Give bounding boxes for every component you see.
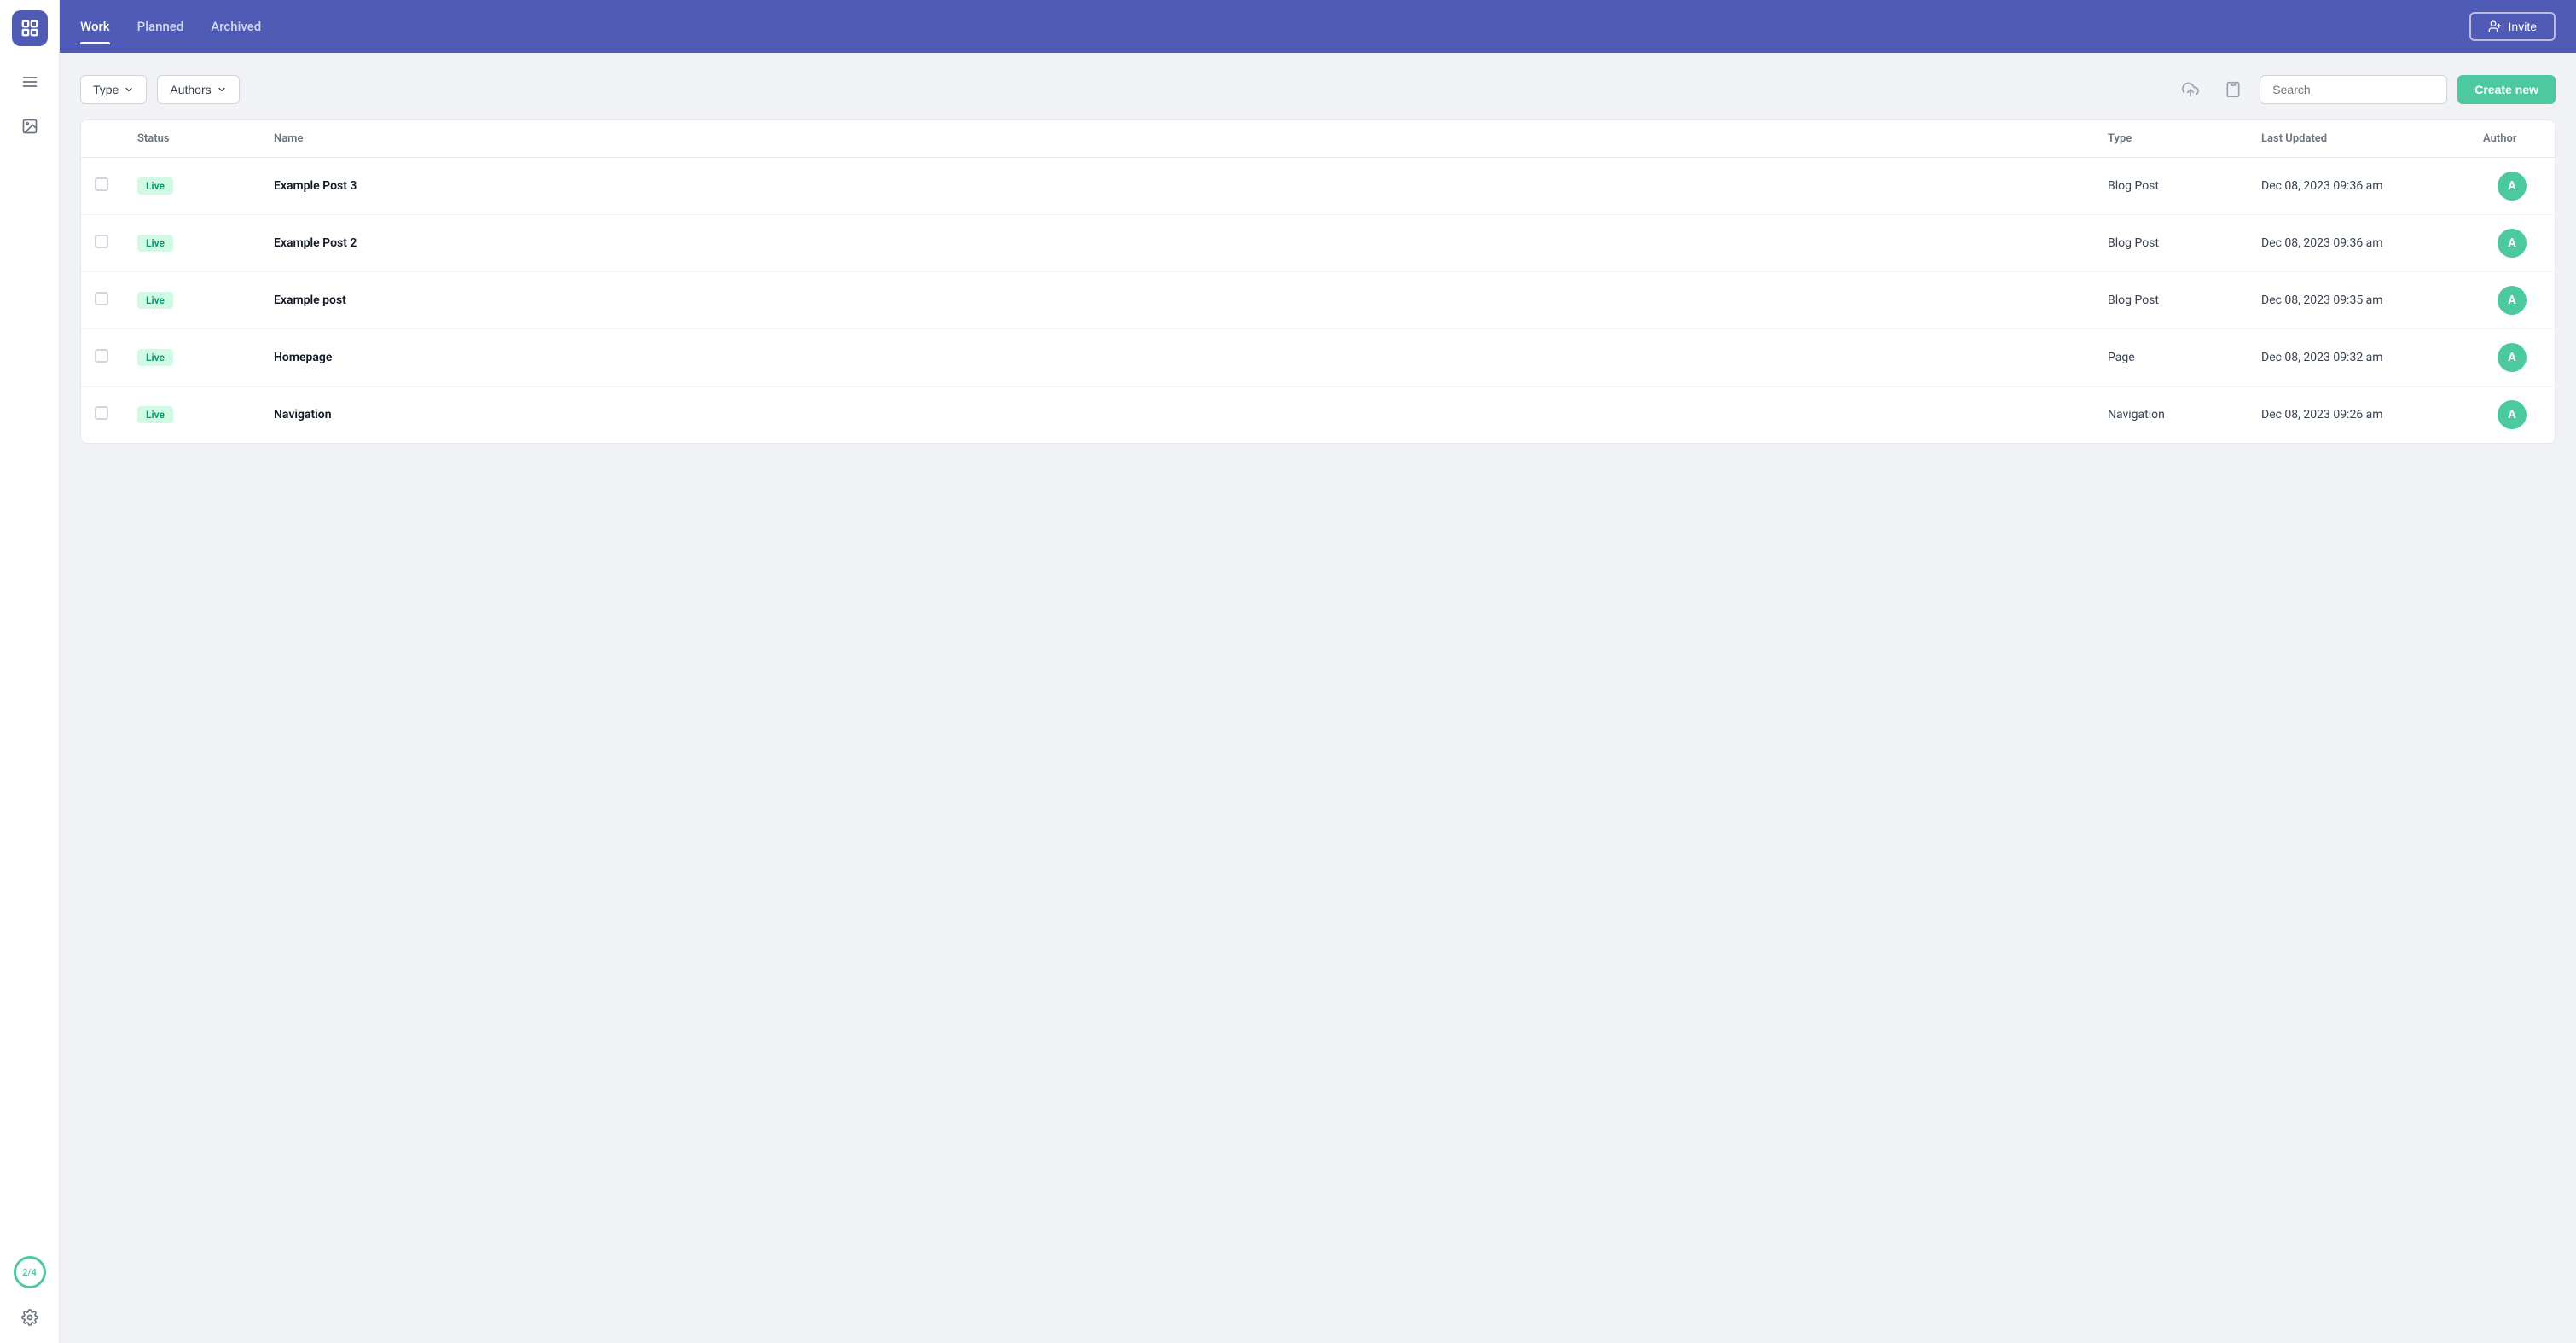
table-row: Live Homepage Page Dec 08, 2023 09:32 am…	[81, 329, 2555, 387]
top-navigation: Work Planned Archived Invite	[60, 0, 2576, 53]
row-status: Live	[124, 329, 260, 387]
search-input[interactable]	[2260, 75, 2447, 104]
table-row: Live Example Post 2 Blog Post Dec 08, 20…	[81, 215, 2555, 272]
row-author: A	[2469, 272, 2555, 329]
status-badge: Live	[137, 235, 173, 252]
row-name-cell[interactable]: Navigation	[260, 387, 2094, 444]
table-row: Live Navigation Navigation Dec 08, 2023 …	[81, 387, 2555, 444]
row-checkbox[interactable]	[95, 292, 108, 305]
row-name: Navigation	[274, 408, 332, 422]
th-updated: Last Updated	[2248, 120, 2469, 158]
th-status: Status	[124, 120, 260, 158]
row-checkbox-cell	[81, 272, 124, 329]
row-name: Example Post 3	[274, 179, 357, 193]
type-filter-button[interactable]: Type	[80, 75, 147, 104]
row-name: Homepage	[274, 351, 332, 364]
status-badge: Live	[137, 292, 173, 309]
row-updated: Dec 08, 2023 09:35 am	[2248, 272, 2469, 329]
sidebar: 2/4	[0, 0, 60, 1343]
row-name-cell[interactable]: Homepage	[260, 329, 2094, 387]
th-type: Type	[2094, 120, 2248, 158]
author-avatar: A	[2498, 286, 2527, 315]
status-badge: Live	[137, 406, 173, 423]
nav-archived[interactable]: Archived	[211, 15, 261, 38]
author-avatar: A	[2498, 229, 2527, 258]
th-checkbox	[81, 120, 124, 158]
authors-filter-button[interactable]: Authors	[157, 75, 239, 104]
row-updated: Dec 08, 2023 09:26 am	[2248, 387, 2469, 444]
row-name-cell[interactable]: Example Post 3	[260, 158, 2094, 215]
th-name: Name	[260, 120, 2094, 158]
author-avatar: A	[2498, 343, 2527, 372]
row-type: Blog Post	[2094, 215, 2248, 272]
row-name: Example Post 2	[274, 236, 357, 250]
status-badge: Live	[137, 349, 173, 366]
create-new-button[interactable]: Create new	[2457, 75, 2556, 104]
table-header-row: Status Name Type Last Updated Author	[81, 120, 2555, 158]
list-icon[interactable]	[15, 67, 45, 97]
status-badge: Live	[137, 177, 173, 195]
row-status: Live	[124, 215, 260, 272]
image-icon[interactable]	[15, 111, 45, 142]
sidebar-bottom: 2/4	[14, 1256, 46, 1333]
table-row: Live Example Post 3 Blog Post Dec 08, 20…	[81, 158, 2555, 215]
row-type: Blog Post	[2094, 158, 2248, 215]
invite-button[interactable]: Invite	[2469, 12, 2556, 41]
row-checkbox-cell	[81, 158, 124, 215]
th-author: Author	[2469, 120, 2555, 158]
row-name: Example post	[274, 294, 346, 307]
nav-planned[interactable]: Planned	[137, 15, 184, 38]
row-updated: Dec 08, 2023 09:32 am	[2248, 329, 2469, 387]
row-name-cell[interactable]: Example post	[260, 272, 2094, 329]
table-row: Live Example post Blog Post Dec 08, 2023…	[81, 272, 2555, 329]
author-avatar: A	[2498, 172, 2527, 201]
row-checkbox[interactable]	[95, 235, 108, 248]
row-checkbox[interactable]	[95, 177, 108, 191]
row-checkbox-cell	[81, 329, 124, 387]
row-type: Blog Post	[2094, 272, 2248, 329]
app-logo[interactable]	[12, 10, 48, 46]
row-type: Page	[2094, 329, 2248, 387]
upload-icon-button[interactable]	[2174, 73, 2207, 106]
author-avatar: A	[2498, 400, 2527, 429]
row-type: Navigation	[2094, 387, 2248, 444]
row-updated: Dec 08, 2023 09:36 am	[2248, 215, 2469, 272]
clipboard-icon-button[interactable]	[2217, 73, 2249, 106]
posts-table: Status Name Type Last Updated Author Liv…	[81, 120, 2555, 443]
row-name-cell[interactable]: Example Post 2	[260, 215, 2094, 272]
content-table: Status Name Type Last Updated Author Liv…	[80, 119, 2556, 444]
row-checkbox-cell	[81, 387, 124, 444]
row-author: A	[2469, 215, 2555, 272]
row-status: Live	[124, 272, 260, 329]
row-checkbox[interactable]	[95, 349, 108, 363]
settings-icon[interactable]	[15, 1302, 45, 1333]
main-content: Work Planned Archived Invite Type Author…	[60, 0, 2576, 1343]
row-checkbox[interactable]	[95, 406, 108, 420]
row-status: Live	[124, 387, 260, 444]
row-author: A	[2469, 387, 2555, 444]
toolbar: Type Authors C	[80, 73, 2556, 106]
page-content: Type Authors C	[60, 53, 2576, 1343]
row-updated: Dec 08, 2023 09:36 am	[2248, 158, 2469, 215]
row-author: A	[2469, 329, 2555, 387]
nav-work[interactable]: Work	[80, 15, 110, 38]
row-status: Live	[124, 158, 260, 215]
row-author: A	[2469, 158, 2555, 215]
row-checkbox-cell	[81, 215, 124, 272]
progress-indicator[interactable]: 2/4	[14, 1256, 46, 1288]
